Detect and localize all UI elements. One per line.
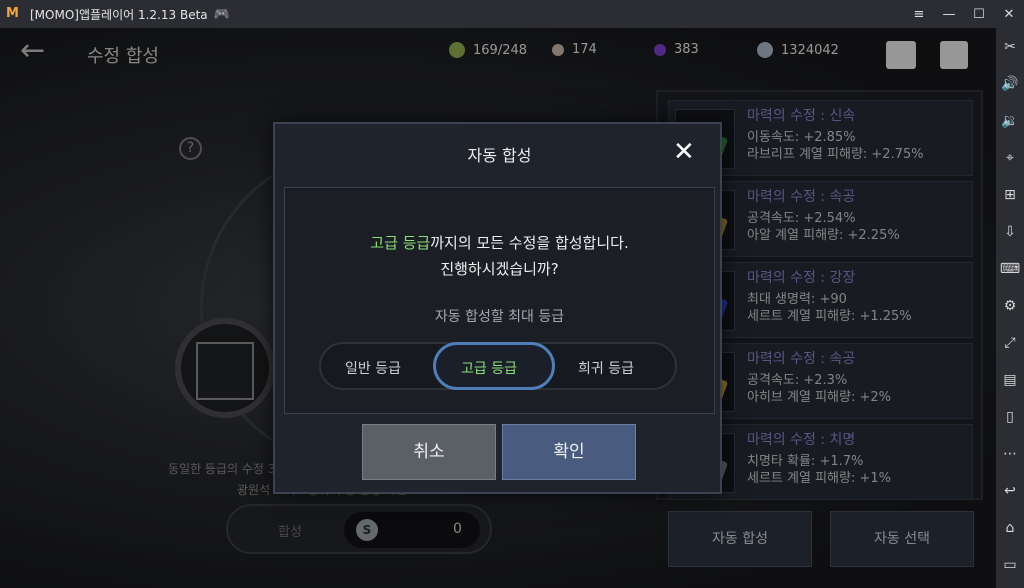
recent-apps-icon[interactable]: ▭ xyxy=(996,546,1024,583)
window-title: [MOMO]앱플레이어 1.2.13 Beta xyxy=(30,7,208,22)
menu-icon[interactable]: ≡ xyxy=(904,0,934,28)
dialog-question: 진행하시겠습니까? xyxy=(440,260,559,278)
confirm-button[interactable]: 확인 xyxy=(502,424,636,480)
fullscreen-icon[interactable]: ⤢ xyxy=(996,324,1024,361)
volume-down-icon[interactable]: 🔉 xyxy=(996,102,1024,139)
home-icon[interactable]: ⌂ xyxy=(996,509,1024,546)
shake-icon[interactable]: ▯ xyxy=(996,398,1024,435)
grade-option-rare[interactable]: 희귀 등급 xyxy=(578,358,634,378)
auto-synth-dialog: 자동 합성 ✕ 고급 등급까지의 모든 수정을 합성합니다. 진행하시겠습니까?… xyxy=(273,122,722,494)
add-window-icon[interactable]: ⊞ xyxy=(996,176,1024,213)
dialog-message-highlight: 고급 등급 xyxy=(370,234,431,252)
volume-up-icon[interactable]: 🔊 xyxy=(996,65,1024,102)
close-window-icon[interactable]: ✕ xyxy=(994,0,1024,28)
grade-option-advanced[interactable]: 고급 등급 xyxy=(461,358,517,378)
window-controls: ≡ — ☐ ✕ xyxy=(904,0,1024,28)
gamepad-icon[interactable]: 🎮 xyxy=(214,7,230,22)
location-icon[interactable]: ⌖ xyxy=(996,139,1024,176)
scissors-icon[interactable]: ✂ xyxy=(996,28,1024,65)
maximize-icon[interactable]: ☐ xyxy=(964,0,994,28)
keyboard-icon[interactable]: ⌨ xyxy=(996,250,1024,287)
max-grade-label: 자동 합성할 최대 등급 xyxy=(434,309,565,325)
emulator-titlebar: M [MOMO]앱플레이어 1.2.13 Beta 🎮 ≡ — ☐ ✕ xyxy=(0,0,1024,28)
grade-option-normal[interactable]: 일반 등급 xyxy=(345,358,401,378)
dialog-title: 자동 합성 xyxy=(467,146,532,165)
screenshot-icon[interactable]: ▤ xyxy=(996,361,1024,398)
settings-icon[interactable]: ⚙ xyxy=(996,287,1024,324)
dialog-message: 고급 등급까지의 모든 수정을 합성합니다. xyxy=(275,232,724,253)
dialog-message-text: 까지의 모든 수정을 합성합니다. xyxy=(430,234,629,252)
close-icon[interactable]: ✕ xyxy=(673,139,695,165)
momo-logo-icon: M xyxy=(6,6,19,21)
apk-install-icon[interactable]: ⇩ xyxy=(996,213,1024,250)
cancel-button[interactable]: 취소 xyxy=(362,424,496,480)
emulator-sidebar: ✂ 🔊 🔉 ⌖ ⊞ ⇩ ⌨ ⚙ ⤢ ▤ ▯ ⋯ ↩ ⌂ ▭ xyxy=(996,28,1024,588)
game-screen: ← 수정 합성 169/248 174 383 1324042 ? 동일한 등급… xyxy=(0,28,996,588)
more-icon[interactable]: ⋯ xyxy=(996,435,1024,472)
back-icon[interactable]: ↩ xyxy=(996,472,1024,509)
minimize-icon[interactable]: — xyxy=(934,0,964,28)
